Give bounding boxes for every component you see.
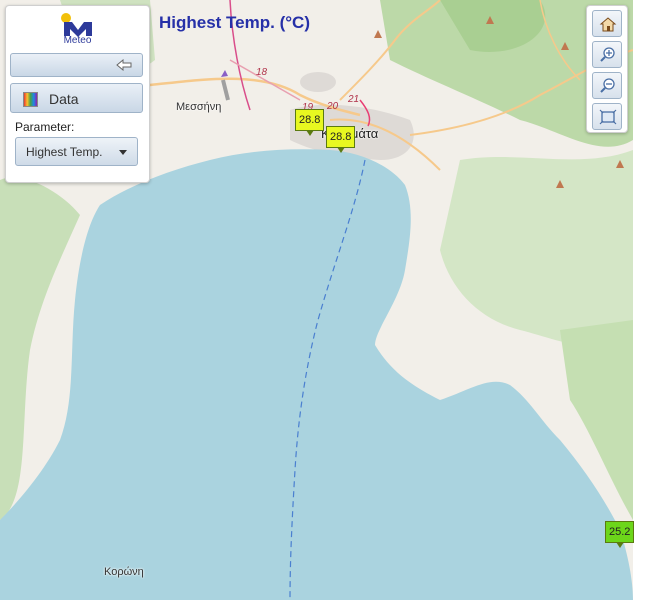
home-button[interactable] bbox=[592, 10, 622, 37]
full-extent-button[interactable] bbox=[592, 103, 622, 130]
place-label-koroni: Κορώνη bbox=[104, 566, 144, 578]
control-panel: Meteo Data Parameter: Highest Temp. bbox=[5, 5, 150, 183]
parameter-select-value: Highest Temp. bbox=[26, 145, 103, 159]
chevron-down-icon bbox=[119, 150, 127, 155]
station-marker[interactable]: 28.8 bbox=[295, 109, 325, 136]
meteo-logo bbox=[61, 13, 92, 37]
collapse-panel-button[interactable] bbox=[10, 53, 143, 77]
zoom-out-icon bbox=[600, 78, 615, 93]
full-extent-icon bbox=[599, 109, 617, 125]
parameter-select[interactable]: Highest Temp. bbox=[15, 137, 138, 166]
data-button[interactable]: Data bbox=[10, 83, 143, 113]
station-marker[interactable]: 25.2 bbox=[605, 521, 635, 548]
road-number: 20 bbox=[327, 101, 339, 112]
zoom-in-button[interactable] bbox=[592, 41, 622, 68]
palette-icon bbox=[23, 92, 38, 107]
data-button-label: Data bbox=[49, 91, 79, 107]
logo-text: Meteo bbox=[63, 35, 92, 46]
parameter-label: Parameter: bbox=[15, 120, 75, 134]
road-number: 18 bbox=[256, 67, 268, 78]
station-marker[interactable]: 28.8 bbox=[326, 126, 356, 153]
zoom-out-button[interactable] bbox=[592, 72, 622, 99]
road-number: 21 bbox=[348, 94, 360, 105]
home-icon bbox=[599, 17, 617, 32]
arrow-left-icon bbox=[116, 59, 132, 71]
place-label-messini: Μεσσήνη bbox=[176, 101, 222, 113]
map-toolbar bbox=[586, 5, 628, 133]
map-title: Highest Temp. (°C) bbox=[159, 13, 310, 32]
zoom-in-icon bbox=[600, 47, 615, 62]
right-scroll-gutter bbox=[633, 0, 645, 600]
